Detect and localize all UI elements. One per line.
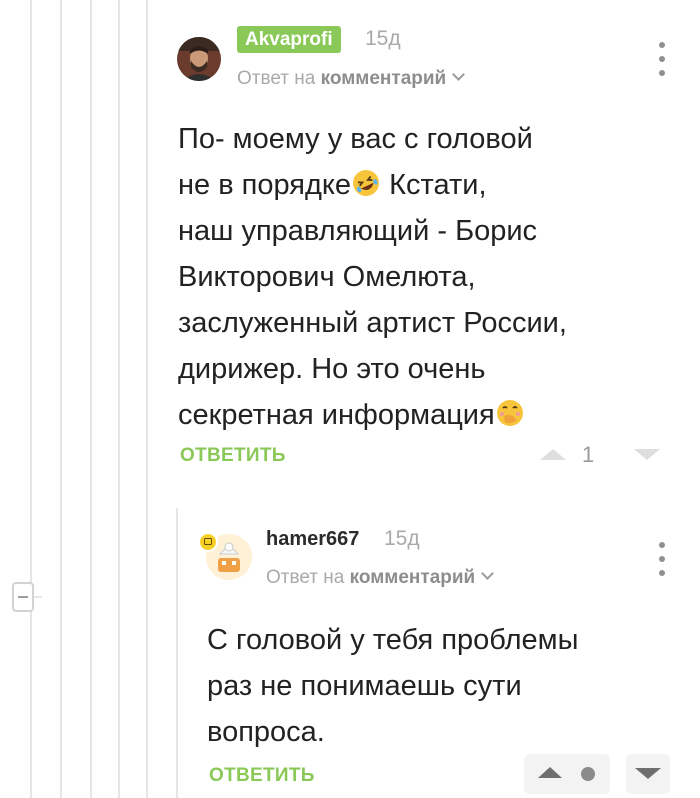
chevron-down-icon bbox=[452, 68, 466, 81]
reply-to-link[interactable]: комментарий bbox=[350, 567, 476, 588]
comment-text: С головой у тебя проблемы раз не понимае… bbox=[207, 617, 657, 755]
author-name[interactable]: hamer667 bbox=[266, 528, 359, 551]
more-options-icon[interactable] bbox=[657, 42, 667, 76]
comment-text-line: раз не понимаешь сути bbox=[207, 670, 522, 702]
reply-to-prefix: Ответ на bbox=[237, 68, 316, 89]
vote-widget bbox=[524, 754, 610, 794]
rating-value: 1 bbox=[582, 442, 595, 467]
upvote-icon[interactable] bbox=[538, 767, 562, 778]
downvote-icon[interactable] bbox=[635, 768, 661, 779]
avatar[interactable] bbox=[177, 37, 221, 81]
chevron-down-icon bbox=[481, 567, 495, 580]
comment-text: По- моему у вас с головой не в порядке К… bbox=[178, 116, 648, 438]
reply-to[interactable]: Ответ на комментарий bbox=[266, 567, 495, 589]
reply-to[interactable]: Ответ на комментарий bbox=[237, 68, 466, 90]
hand-over-mouth-emoji-icon bbox=[496, 400, 523, 426]
downvote-box[interactable] bbox=[626, 754, 670, 794]
reply-button[interactable]: ОТВЕТИТЬ bbox=[209, 765, 315, 787]
reply-to-prefix: Ответ на bbox=[266, 567, 345, 588]
author-name[interactable]: Akvaprofi bbox=[237, 26, 341, 53]
comment-text-line: секретная информация bbox=[178, 392, 648, 438]
laughing-emoji-icon bbox=[353, 170, 380, 196]
rating-hidden-dot bbox=[581, 767, 595, 781]
comment-text-line: дирижер. Но это очень bbox=[178, 353, 486, 385]
avatar-photo-icon bbox=[177, 37, 221, 81]
downvote-icon[interactable] bbox=[634, 449, 660, 460]
comment-text-line: не в порядке Кстати, bbox=[178, 162, 648, 208]
reply-button[interactable]: ОТВЕТИТЬ bbox=[180, 445, 286, 467]
comment-text-line: вопроса. bbox=[207, 716, 325, 748]
comment-time: 15д bbox=[365, 27, 401, 50]
comment: Akvaprofi 15д Ответ на комментарий По- м… bbox=[0, 0, 700, 480]
comment-text-line: По- моему у вас с головой bbox=[178, 123, 533, 155]
upvote-icon[interactable] bbox=[540, 449, 566, 460]
comment: hamer667 15д Ответ на комментарий С голо… bbox=[0, 500, 700, 798]
badge-icon bbox=[198, 532, 218, 552]
more-options-icon[interactable] bbox=[657, 542, 667, 576]
comment-time: 15д bbox=[384, 527, 420, 550]
comment-text-line: С головой у тебя проблемы bbox=[207, 624, 579, 656]
comment-text-line: наш управляющий - Борис bbox=[178, 215, 538, 247]
reply-to-link[interactable]: комментарий bbox=[321, 68, 447, 89]
comment-text-line: Викторович Омелюта, bbox=[178, 261, 476, 293]
comment-text-line: заслуженный артист России, bbox=[178, 307, 567, 339]
